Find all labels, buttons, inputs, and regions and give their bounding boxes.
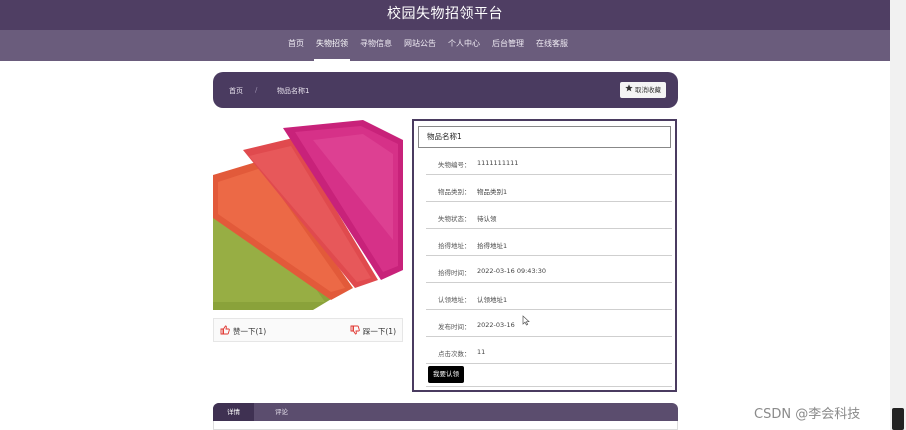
thumbs-up-icon [220,325,230,337]
main-nav: 首页 失物招领 寻物信息 网站公告 个人中心 后台管理 在线客服 [0,30,890,61]
nav-item-search-items[interactable]: 寻物信息 [354,30,398,61]
field-row-click-count: 点击次数： 11 [426,337,672,364]
dislike-label: 踩一下(1) [362,326,396,336]
product-image [213,120,403,310]
mouse-cursor-icon [522,311,531,330]
field-label: 发布时间： [438,323,471,331]
field-label: 认领地址： [438,296,471,304]
nav-item-profile[interactable]: 个人中心 [442,30,486,61]
field-row-found-address: 拾得地址： 拾得地址1 [426,229,672,256]
nav-item-announcements[interactable]: 网站公告 [398,30,442,61]
site-header: 校园失物招领平台 [0,0,890,30]
field-row-claim-address: 认领地址： 认领地址1 [426,283,672,310]
unfavorite-label: 取消收藏 [635,86,661,94]
scroll-thumb[interactable] [892,408,904,430]
field-row-category: 物品类别： 物品类别1 [426,175,672,202]
field-label: 失物编号： [438,161,471,169]
field-label: 失物状态： [438,215,471,223]
field-label: 拾得时间： [438,269,471,277]
field-value: 2022-03-16 09:43:30 [477,267,547,275]
breadcrumb-home-link[interactable]: 首页 [229,86,243,96]
field-label: 物品类别： [438,188,471,196]
tab-comments[interactable]: 评论 [261,403,302,421]
field-value: 拾得地址1 [477,242,508,250]
field-value: 物品类别1 [477,188,508,196]
like-button[interactable]: 赞一下(1) [220,325,266,337]
tab-content [213,421,678,430]
watermark: CSDN @李会科技 [754,407,861,422]
nav-item-home[interactable]: 首页 [282,30,310,61]
page-scrollbar[interactable] [890,0,906,430]
item-title: 物品名称1 [418,126,671,148]
field-value: 认领地址1 [477,296,508,304]
field-value: 1111111111 [477,159,519,167]
field-value: 11 [477,348,486,356]
nav-item-lost-found[interactable]: 失物招领 [310,30,354,61]
item-detail-panel: 物品名称1 失物编号： 1111111111 物品类别： 物品类别1 失物状态：… [412,119,677,392]
field-row-found-time: 拾得时间： 2022-03-16 09:43:30 [426,256,672,283]
dislike-button[interactable]: 踩一下(1) [350,325,396,337]
field-label: 点击次数： [438,350,471,358]
like-label: 赞一下(1) [233,326,267,336]
nav-items: 首页 失物招领 寻物信息 网站公告 个人中心 后台管理 在线客服 [282,30,574,61]
field-row-publish-time: 发布时间： 2022-03-16 [426,310,672,337]
breadcrumb: 首页 / 物品名称1 取消收藏 [213,72,678,108]
nav-item-admin[interactable]: 后台管理 [486,30,530,61]
claim-button[interactable]: 我要认领 [428,366,464,383]
vote-bar: 赞一下(1) 踩一下(1) [213,318,403,342]
thumbs-down-icon [350,325,360,337]
divider [426,386,672,387]
breadcrumb-separator: / [255,86,258,94]
site-title: 校园失物招领平台 [387,6,503,22]
field-row-status: 失物状态： 待认领 [426,202,672,229]
field-value: 2022-03-16 [477,321,515,329]
tab-details[interactable]: 详情 [213,403,254,421]
nav-item-support[interactable]: 在线客服 [530,30,574,61]
unfavorite-button[interactable]: 取消收藏 [620,82,666,98]
field-value: 待认领 [477,215,497,223]
star-icon [625,82,633,98]
tab-bar: 详情 评论 [213,403,678,421]
field-row-lost-id: 失物编号： 1111111111 [426,148,672,175]
field-label: 拾得地址： [438,242,471,250]
breadcrumb-current: 物品名称1 [277,87,310,95]
